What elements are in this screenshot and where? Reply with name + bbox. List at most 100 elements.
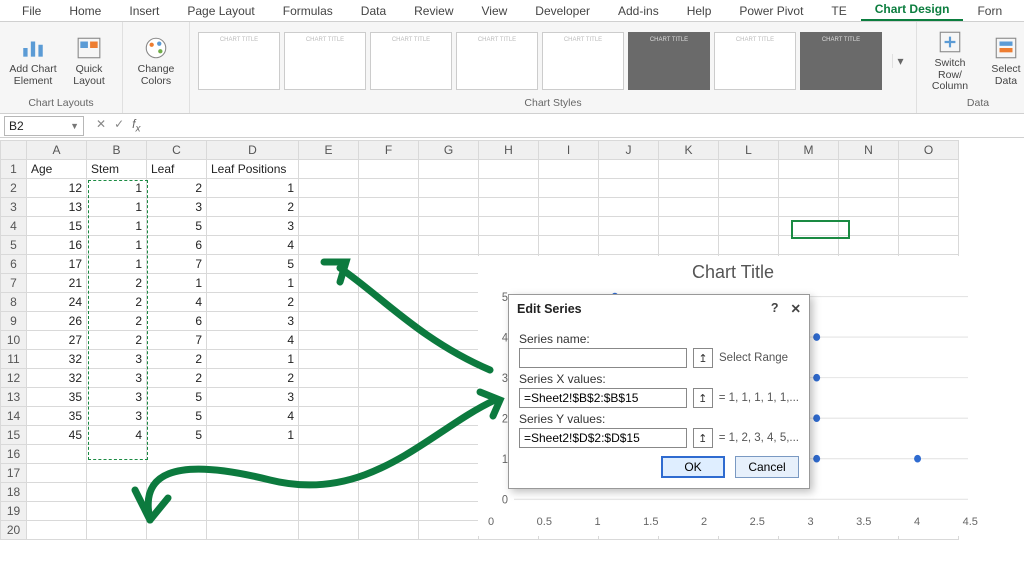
cell-N1[interactable] bbox=[839, 160, 899, 179]
cell-I4[interactable] bbox=[539, 217, 599, 236]
col-header-C[interactable]: C bbox=[147, 141, 207, 160]
tab-review[interactable]: Review bbox=[400, 1, 467, 21]
tab-home[interactable]: Home bbox=[55, 1, 115, 21]
cell-A12[interactable]: 32 bbox=[27, 369, 87, 388]
cell-H1[interactable] bbox=[479, 160, 539, 179]
cell-D14[interactable]: 4 bbox=[207, 407, 299, 426]
formula-input[interactable] bbox=[148, 116, 1024, 136]
cell-K4[interactable] bbox=[659, 217, 719, 236]
row-header-10[interactable]: 10 bbox=[1, 331, 27, 350]
tab-file[interactable]: File bbox=[8, 1, 55, 21]
cell-A20[interactable] bbox=[27, 521, 87, 540]
cell-C10[interactable]: 7 bbox=[147, 331, 207, 350]
cell-O2[interactable] bbox=[899, 179, 959, 198]
chart-style-thumb[interactable]: CHART TITLE bbox=[370, 32, 452, 90]
cancel-button[interactable]: Cancel bbox=[735, 456, 799, 478]
cell-A1[interactable]: Age bbox=[27, 160, 87, 179]
cell-C8[interactable]: 4 bbox=[147, 293, 207, 312]
col-header-H[interactable]: H bbox=[479, 141, 539, 160]
cell-B4[interactable]: 1 bbox=[87, 217, 147, 236]
cell-A8[interactable]: 24 bbox=[27, 293, 87, 312]
cell-N5[interactable] bbox=[839, 236, 899, 255]
cell-M3[interactable] bbox=[779, 198, 839, 217]
close-icon[interactable]: ✕ bbox=[791, 301, 801, 316]
cell-F2[interactable] bbox=[359, 179, 419, 198]
fx-icon[interactable]: fx bbox=[132, 117, 140, 134]
cell-J3[interactable] bbox=[599, 198, 659, 217]
cell-G4[interactable] bbox=[419, 217, 479, 236]
cell-G20[interactable] bbox=[419, 521, 479, 540]
chart-style-thumb[interactable]: CHART TITLE bbox=[198, 32, 280, 90]
cell-D8[interactable]: 2 bbox=[207, 293, 299, 312]
cell-A6[interactable]: 17 bbox=[27, 255, 87, 274]
cell-O1[interactable] bbox=[899, 160, 959, 179]
cell-D13[interactable]: 3 bbox=[207, 388, 299, 407]
col-header-B[interactable]: B bbox=[87, 141, 147, 160]
row-header-9[interactable]: 9 bbox=[1, 312, 27, 331]
cell-B17[interactable] bbox=[87, 464, 147, 483]
cell-O5[interactable] bbox=[899, 236, 959, 255]
row-header-17[interactable]: 17 bbox=[1, 464, 27, 483]
row-header-12[interactable]: 12 bbox=[1, 369, 27, 388]
cell-B11[interactable]: 3 bbox=[87, 350, 147, 369]
cell-D15[interactable]: 1 bbox=[207, 426, 299, 445]
cell-F7[interactable] bbox=[359, 274, 419, 293]
cell-E4[interactable] bbox=[299, 217, 359, 236]
cell-B14[interactable]: 3 bbox=[87, 407, 147, 426]
cell-B5[interactable]: 1 bbox=[87, 236, 147, 255]
cell-G9[interactable] bbox=[419, 312, 479, 331]
cell-F20[interactable] bbox=[359, 521, 419, 540]
chart-title[interactable]: Chart Title bbox=[478, 256, 988, 285]
select-data-button[interactable]: Select Data bbox=[981, 34, 1024, 87]
cell-F6[interactable] bbox=[359, 255, 419, 274]
col-header-L[interactable]: L bbox=[719, 141, 779, 160]
cell-N2[interactable] bbox=[839, 179, 899, 198]
cell-C16[interactable] bbox=[147, 445, 207, 464]
cell-D5[interactable]: 4 bbox=[207, 236, 299, 255]
cell-A19[interactable] bbox=[27, 502, 87, 521]
row-header-4[interactable]: 4 bbox=[1, 217, 27, 236]
range-picker-icon[interactable]: ↥ bbox=[693, 348, 713, 368]
cell-G12[interactable] bbox=[419, 369, 479, 388]
series-x-input[interactable] bbox=[519, 388, 687, 408]
quick-layout-button[interactable]: Quick Layout bbox=[64, 34, 114, 87]
cell-K1[interactable] bbox=[659, 160, 719, 179]
cell-G18[interactable] bbox=[419, 483, 479, 502]
cell-F19[interactable] bbox=[359, 502, 419, 521]
cell-I3[interactable] bbox=[539, 198, 599, 217]
cell-G2[interactable] bbox=[419, 179, 479, 198]
row-header-5[interactable]: 5 bbox=[1, 236, 27, 255]
cell-E5[interactable] bbox=[299, 236, 359, 255]
cell-G13[interactable] bbox=[419, 388, 479, 407]
cell-H4[interactable] bbox=[479, 217, 539, 236]
cell-D9[interactable]: 3 bbox=[207, 312, 299, 331]
cell-B18[interactable] bbox=[87, 483, 147, 502]
chart-style-thumb[interactable]: CHART TITLE bbox=[456, 32, 538, 90]
cell-B6[interactable]: 1 bbox=[87, 255, 147, 274]
cell-A4[interactable]: 15 bbox=[27, 217, 87, 236]
cell-D1[interactable]: Leaf Positions bbox=[207, 160, 299, 179]
row-header-14[interactable]: 14 bbox=[1, 407, 27, 426]
cell-D11[interactable]: 1 bbox=[207, 350, 299, 369]
cell-O4[interactable] bbox=[899, 217, 959, 236]
cell-C9[interactable]: 6 bbox=[147, 312, 207, 331]
cell-E6[interactable] bbox=[299, 255, 359, 274]
col-header-J[interactable]: J bbox=[599, 141, 659, 160]
cell-A11[interactable]: 32 bbox=[27, 350, 87, 369]
cell-A2[interactable]: 12 bbox=[27, 179, 87, 198]
cell-K2[interactable] bbox=[659, 179, 719, 198]
cell-B12[interactable]: 3 bbox=[87, 369, 147, 388]
tab-developer[interactable]: Developer bbox=[521, 1, 604, 21]
col-header-M[interactable]: M bbox=[779, 141, 839, 160]
cell-B3[interactable]: 1 bbox=[87, 198, 147, 217]
cell-G10[interactable] bbox=[419, 331, 479, 350]
cell-F14[interactable] bbox=[359, 407, 419, 426]
cell-B10[interactable]: 2 bbox=[87, 331, 147, 350]
cell-C5[interactable]: 6 bbox=[147, 236, 207, 255]
tab-add-ins[interactable]: Add-ins bbox=[604, 1, 673, 21]
range-picker-icon[interactable]: ↥ bbox=[693, 428, 713, 448]
tab-help[interactable]: Help bbox=[673, 1, 726, 21]
cell-B8[interactable]: 2 bbox=[87, 293, 147, 312]
cell-L3[interactable] bbox=[719, 198, 779, 217]
change-colors-button[interactable]: Change Colors bbox=[131, 34, 181, 87]
